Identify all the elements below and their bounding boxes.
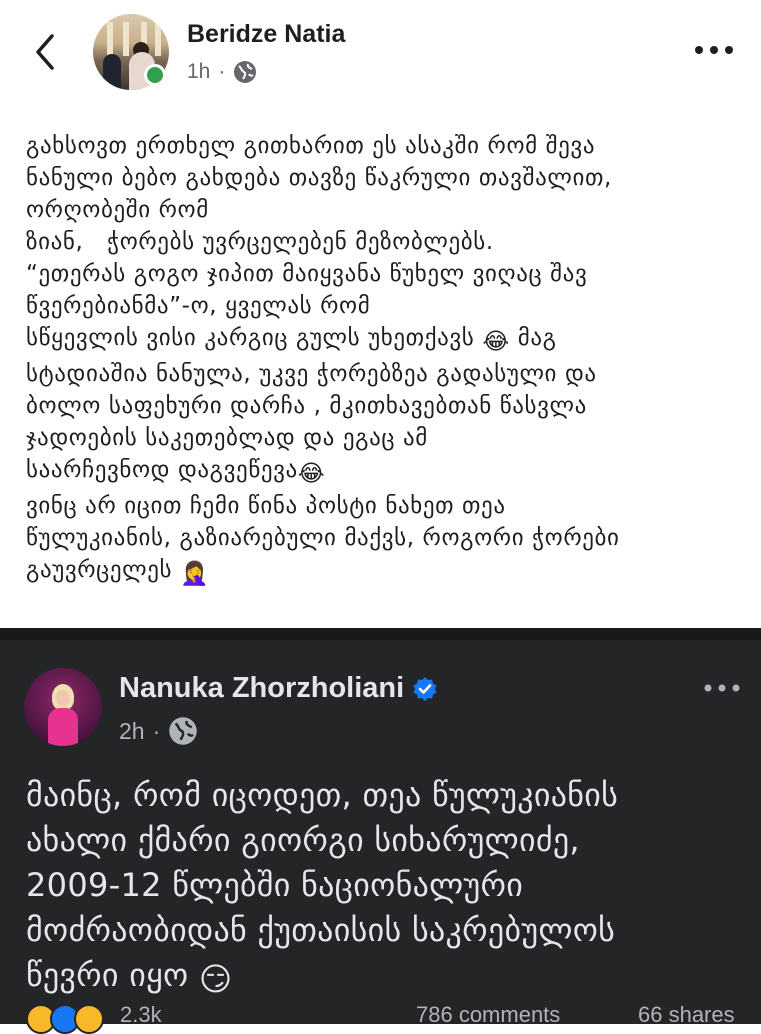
globe-icon — [234, 61, 257, 83]
post-line: ვინც არ იცით ჩემი წინა პოსტი ნახეთ თეა — [26, 493, 506, 519]
shared-line: მოძრაობიდან ქუთაისის საკრებულოს — [26, 911, 616, 949]
shared-post-screenshot[interactable]: Nanuka Zhorzholiani 2h · მაინც, რომ იცოდ… — [0, 628, 761, 1034]
post-line: გახსოვთ ერთხელ გითხარით ეს ასაკში რომ შე… — [26, 133, 596, 159]
facepalm-emoji-icon: 🤦‍♀️ — [180, 561, 210, 587]
online-status-icon — [144, 64, 166, 86]
shared-line: 2009-12 წლებში ნაციონალური — [26, 866, 524, 904]
laughing-emoji-icon: 😂 — [297, 461, 326, 487]
shared-author-avatar[interactable] — [24, 668, 102, 746]
reaction-icons[interactable] — [26, 1004, 104, 1034]
shares-count[interactable]: 66 shares — [638, 1002, 735, 1028]
shared-post-body: მაინც, რომ იცოდეთ, თეა წულუკიანის ახალი … — [26, 773, 746, 1002]
reaction-count[interactable]: 2.3k — [120, 1002, 162, 1028]
shared-time[interactable]: 2h — [119, 718, 145, 745]
globe-icon — [169, 717, 198, 745]
post-line: საარჩევნოდ დაგვეწევა — [26, 457, 298, 483]
laughing-emoji-icon: 😂 — [482, 329, 510, 355]
shared-line: მაინც, რომ იცოდეთ, თეა წულუკიანის — [26, 776, 619, 814]
shared-line: წევრი იყო — [26, 956, 189, 994]
post-body: გახსოვთ ერთხელ გითხარით ეს ასაკში რომ შე… — [26, 130, 756, 590]
reactions-row: 2.3k 786 comments 66 shares — [26, 1000, 746, 1034]
shared-author-row: Nanuka Zhorzholiani — [119, 672, 438, 705]
comments-count[interactable]: 786 comments — [416, 1002, 560, 1028]
post-line: სწყევლის ვისი კარგიც გულს უხეთქავს — [26, 325, 475, 351]
author-name[interactable]: Beridze Natia — [187, 20, 345, 49]
post-line: ჯადოების საკეთებლად და ეგაც ამ — [26, 425, 428, 451]
post-line: “ეთერას გოგო ჯიპით მაიყვანა წუხელ ვიღაც … — [26, 261, 588, 287]
post-line: წვერებიანმა”-ო, ყველას რომ — [26, 293, 371, 319]
shared-author-name[interactable]: Nanuka Zhorzholiani — [119, 672, 404, 705]
more-dots-icon[interactable] — [702, 678, 742, 698]
meta-separator: · — [152, 717, 161, 744]
smirk-emoji-icon: 😏 — [198, 960, 233, 998]
back-chevron-icon[interactable] — [30, 30, 62, 74]
post-line: გაუვრცელეს — [26, 557, 173, 583]
post-line: ზიან, ჭორებს უვრცელებენ მეზობლებს. — [26, 229, 494, 255]
post-container: Beridze Natia 1h · გახსოვთ ერთხელ გითხარ… — [0, 0, 761, 628]
more-dots-icon[interactable] — [692, 38, 736, 62]
post-line: ორღობეში რომ — [26, 197, 209, 223]
post-meta: 1h · — [187, 60, 257, 84]
post-line: წულუკიანის, გაზიარებული მაქვს, როგორი ჭო… — [26, 525, 620, 551]
shared-line: ახალი ქმარი გიორგი სიხარულიძე, — [26, 821, 580, 859]
shared-meta: 2h · — [119, 716, 198, 746]
post-time[interactable]: 1h — [187, 60, 210, 84]
shared-divider — [0, 628, 761, 640]
post-line: ნანული ბებო გახდება თავზე წაკრული თავშალ… — [26, 165, 612, 191]
meta-separator: · — [218, 60, 226, 83]
post-line: ბოლო საფეხური დარჩა , მკითხავებთან წასვლ… — [26, 393, 587, 419]
post-line: მაგ — [517, 325, 557, 351]
verified-badge-icon — [413, 676, 437, 701]
care-reaction-icon — [74, 1004, 104, 1034]
post-line: სტადიაშია ნანულა, უკვე ჭორებზეა გადასული… — [26, 361, 597, 387]
